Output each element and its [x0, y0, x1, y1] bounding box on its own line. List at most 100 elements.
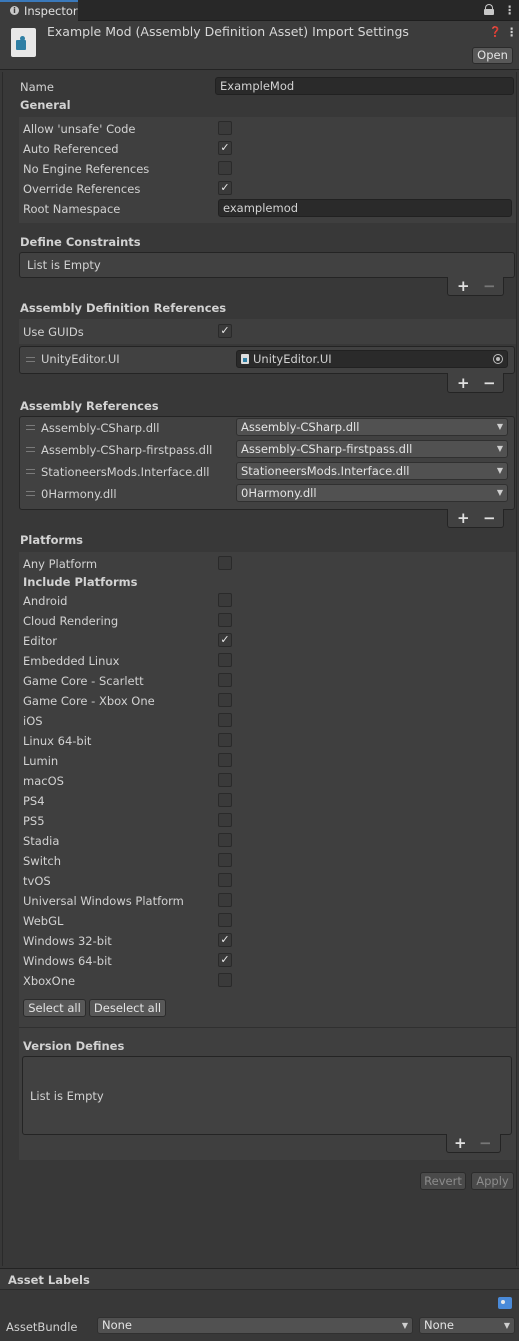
platform-universal-windows-platform-label: Universal Windows Platform [23, 894, 184, 908]
platform-android-checkbox[interactable] [218, 593, 232, 607]
platform-lumin-checkbox[interactable] [218, 753, 232, 767]
define-constraints-add-button[interactable]: + [457, 278, 470, 294]
platform-ps5-checkbox[interactable] [218, 813, 232, 827]
apply-button[interactable]: Apply [471, 1172, 514, 1190]
use-guids-checkbox[interactable]: ✓ [218, 324, 232, 338]
object-picker-icon[interactable] [493, 354, 503, 364]
assembly-ref-dropdown[interactable]: StationeersMods.Interface.dll ▼ [236, 462, 508, 480]
drag-handle-icon[interactable] [26, 357, 35, 362]
platform-webgl-label: WebGL [23, 914, 64, 928]
platform-ps5-label: PS5 [23, 814, 45, 828]
platform-lumin-label: Lumin [23, 754, 59, 768]
version-defines-remove-button[interactable]: − [479, 1135, 492, 1151]
assembly-ref-dropdown[interactable]: Assembly-CSharp-firstpass.dll ▼ [236, 440, 508, 458]
root-namespace-label: Root Namespace [23, 202, 121, 216]
platform-game-core-xbox-one-label: Game Core - Xbox One [23, 694, 155, 708]
asmdef-refs-heading: Assembly Definition References [20, 301, 227, 315]
platform-cloud-rendering-checkbox[interactable] [218, 613, 232, 627]
assembly-ref-dropdown[interactable]: Assembly-CSharp.dll ▼ [236, 418, 508, 436]
platform-game-core-scarlett-checkbox[interactable] [218, 673, 232, 687]
help-icon[interactable]: ❓ [489, 26, 501, 40]
general-heading: General [20, 98, 71, 112]
assembly-ref-dropdown[interactable]: 0Harmony.dll ▼ [236, 484, 508, 502]
asmdef-refs-remove-button[interactable]: − [483, 375, 496, 391]
asmdef-small-icon [241, 354, 249, 364]
version-defines-empty: List is Empty [30, 1089, 104, 1103]
platform-tvos-checkbox[interactable] [218, 873, 232, 887]
drag-handle-icon[interactable] [26, 469, 35, 474]
platforms-heading: Platforms [20, 533, 84, 547]
assetbundle-label: AssetBundle [6, 1320, 78, 1334]
platform-ios-checkbox[interactable] [218, 713, 232, 727]
no-engine-refs-label: No Engine References [23, 162, 150, 176]
platform-windows-64-bit-checkbox[interactable]: ✓ [218, 953, 232, 967]
platform-macos-checkbox[interactable] [218, 773, 232, 787]
header-menu-icon[interactable]: ⋮ [506, 25, 518, 39]
header-title: Example Mod (Assembly Definition Asset) … [47, 24, 409, 39]
platform-game-core-scarlett-label: Game Core - Scarlett [23, 674, 144, 688]
any-platform-checkbox[interactable] [218, 556, 232, 570]
assembly-refs-remove-button[interactable]: − [483, 510, 496, 526]
platform-ps4-label: PS4 [23, 794, 45, 808]
platform-webgl-checkbox[interactable] [218, 913, 232, 927]
platform-embedded-linux-checkbox[interactable] [218, 653, 232, 667]
assembly-refs-add-button[interactable]: + [457, 510, 470, 526]
platform-stadia-label: Stadia [23, 834, 60, 848]
platform-universal-windows-platform-checkbox[interactable] [218, 893, 232, 907]
assembly-refs-heading: Assembly References [20, 399, 159, 413]
platform-windows-32-bit-label: Windows 32-bit [23, 934, 112, 948]
asset-labels-heading: Asset Labels [8, 1273, 90, 1287]
platform-android-label: Android [23, 594, 68, 608]
platform-ios-label: iOS [23, 714, 43, 728]
platform-tvos-label: tvOS [23, 874, 51, 888]
open-button[interactable]: Open [472, 47, 513, 64]
define-constraints-heading: Define Constraints [20, 235, 141, 249]
override-refs-checkbox[interactable]: ✓ [218, 181, 232, 195]
asmdef-ref-name: UnityEditor.UI [41, 352, 120, 366]
platform-ps4-checkbox[interactable] [218, 793, 232, 807]
tab-menu-icon[interactable]: ⋮ [504, 3, 516, 17]
info-icon: i [10, 6, 19, 15]
use-guids-label: Use GUIDs [23, 325, 84, 339]
platform-editor-checkbox[interactable]: ✓ [218, 633, 232, 647]
platform-game-core-xbox-one-checkbox[interactable] [218, 693, 232, 707]
version-defines-heading: Version Defines [23, 1039, 125, 1053]
platform-switch-label: Switch [23, 854, 62, 868]
platform-windows-64-bit-label: Windows 64-bit [23, 954, 112, 968]
root-namespace-field[interactable]: examplemod [218, 199, 512, 217]
include-platforms-heading: Include Platforms [23, 575, 138, 589]
platform-windows-32-bit-checkbox[interactable]: ✓ [218, 933, 232, 947]
auto-referenced-checkbox[interactable]: ✓ [218, 141, 232, 155]
label-tag-icon[interactable] [498, 1297, 512, 1309]
drag-handle-icon[interactable] [26, 425, 35, 430]
drag-handle-icon[interactable] [26, 491, 35, 496]
platform-linux-64-bit-checkbox[interactable] [218, 733, 232, 747]
platform-xboxone-checkbox[interactable] [218, 973, 232, 987]
allow-unsafe-checkbox[interactable] [218, 121, 232, 135]
platform-linux-64-bit-label: Linux 64-bit [23, 734, 92, 748]
tab-inspector[interactable]: i Inspector [0, 0, 78, 21]
asmdef-ref-value: UnityEditor.UI [253, 352, 332, 366]
platform-stadia-checkbox[interactable] [218, 833, 232, 847]
revert-button[interactable]: Revert [420, 1172, 466, 1190]
select-all-button[interactable]: Select all [23, 999, 86, 1017]
assetbundle-dropdown[interactable]: None ▼ [97, 1317, 413, 1334]
name-label: Name [20, 80, 54, 94]
platform-switch-checkbox[interactable] [218, 853, 232, 867]
asmdef-refs-add-button[interactable]: + [457, 375, 470, 391]
platform-embedded-linux-label: Embedded Linux [23, 654, 120, 668]
deselect-all-button[interactable]: Deselect all [89, 999, 166, 1017]
use-guids-row [19, 319, 516, 344]
name-field[interactable]: ExampleMod [215, 77, 514, 95]
auto-referenced-label: Auto Referenced [23, 142, 119, 156]
assetbundle-variant-dropdown[interactable]: None ▼ [419, 1317, 515, 1334]
define-constraints-remove-button[interactable]: − [483, 278, 496, 294]
allow-unsafe-label: Allow 'unsafe' Code [23, 122, 136, 136]
version-defines-add-button[interactable]: + [454, 1135, 467, 1151]
drag-handle-icon[interactable] [26, 447, 35, 452]
no-engine-refs-checkbox[interactable] [218, 161, 232, 175]
assembly-ref-name: Assembly-CSharp.dll [41, 421, 160, 435]
assembly-ref-name: StationeersMods.Interface.dll [41, 465, 210, 479]
version-defines-divider [19, 1027, 516, 1028]
asmdef-ref-object-field[interactable]: UnityEditor.UI [236, 350, 508, 368]
